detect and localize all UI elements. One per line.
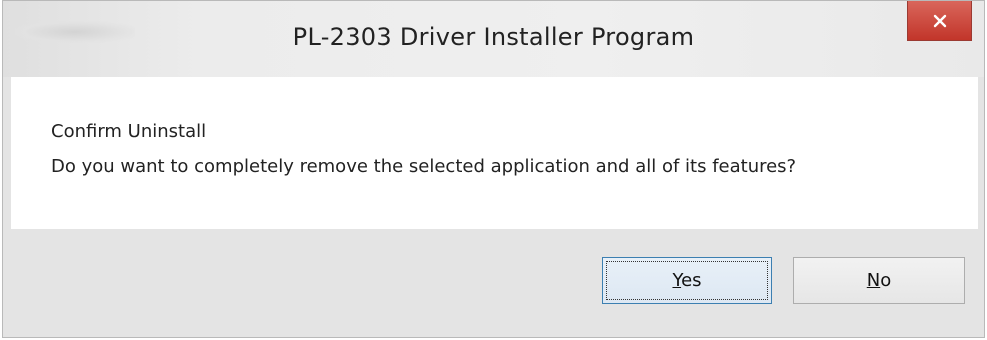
dialog-content: Confirm Uninstall Do you want to complet… xyxy=(11,77,978,229)
close-x-icon xyxy=(933,14,947,28)
no-button-label: No xyxy=(866,270,892,291)
dialog-heading: Confirm Uninstall xyxy=(51,121,207,142)
yes-button[interactable]: Yes xyxy=(602,257,772,304)
title-bar[interactable]: PL-2303 Driver Installer Program xyxy=(3,1,984,77)
no-button[interactable]: No xyxy=(793,257,965,304)
close-button[interactable] xyxy=(907,1,972,41)
dialog-message: Do you want to completely remove the sel… xyxy=(51,156,797,177)
window-title: PL-2303 Driver Installer Program xyxy=(292,23,695,51)
yes-button-label: Yes xyxy=(672,270,702,291)
dialog-window: PL-2303 Driver Installer Program Confirm… xyxy=(2,0,985,338)
